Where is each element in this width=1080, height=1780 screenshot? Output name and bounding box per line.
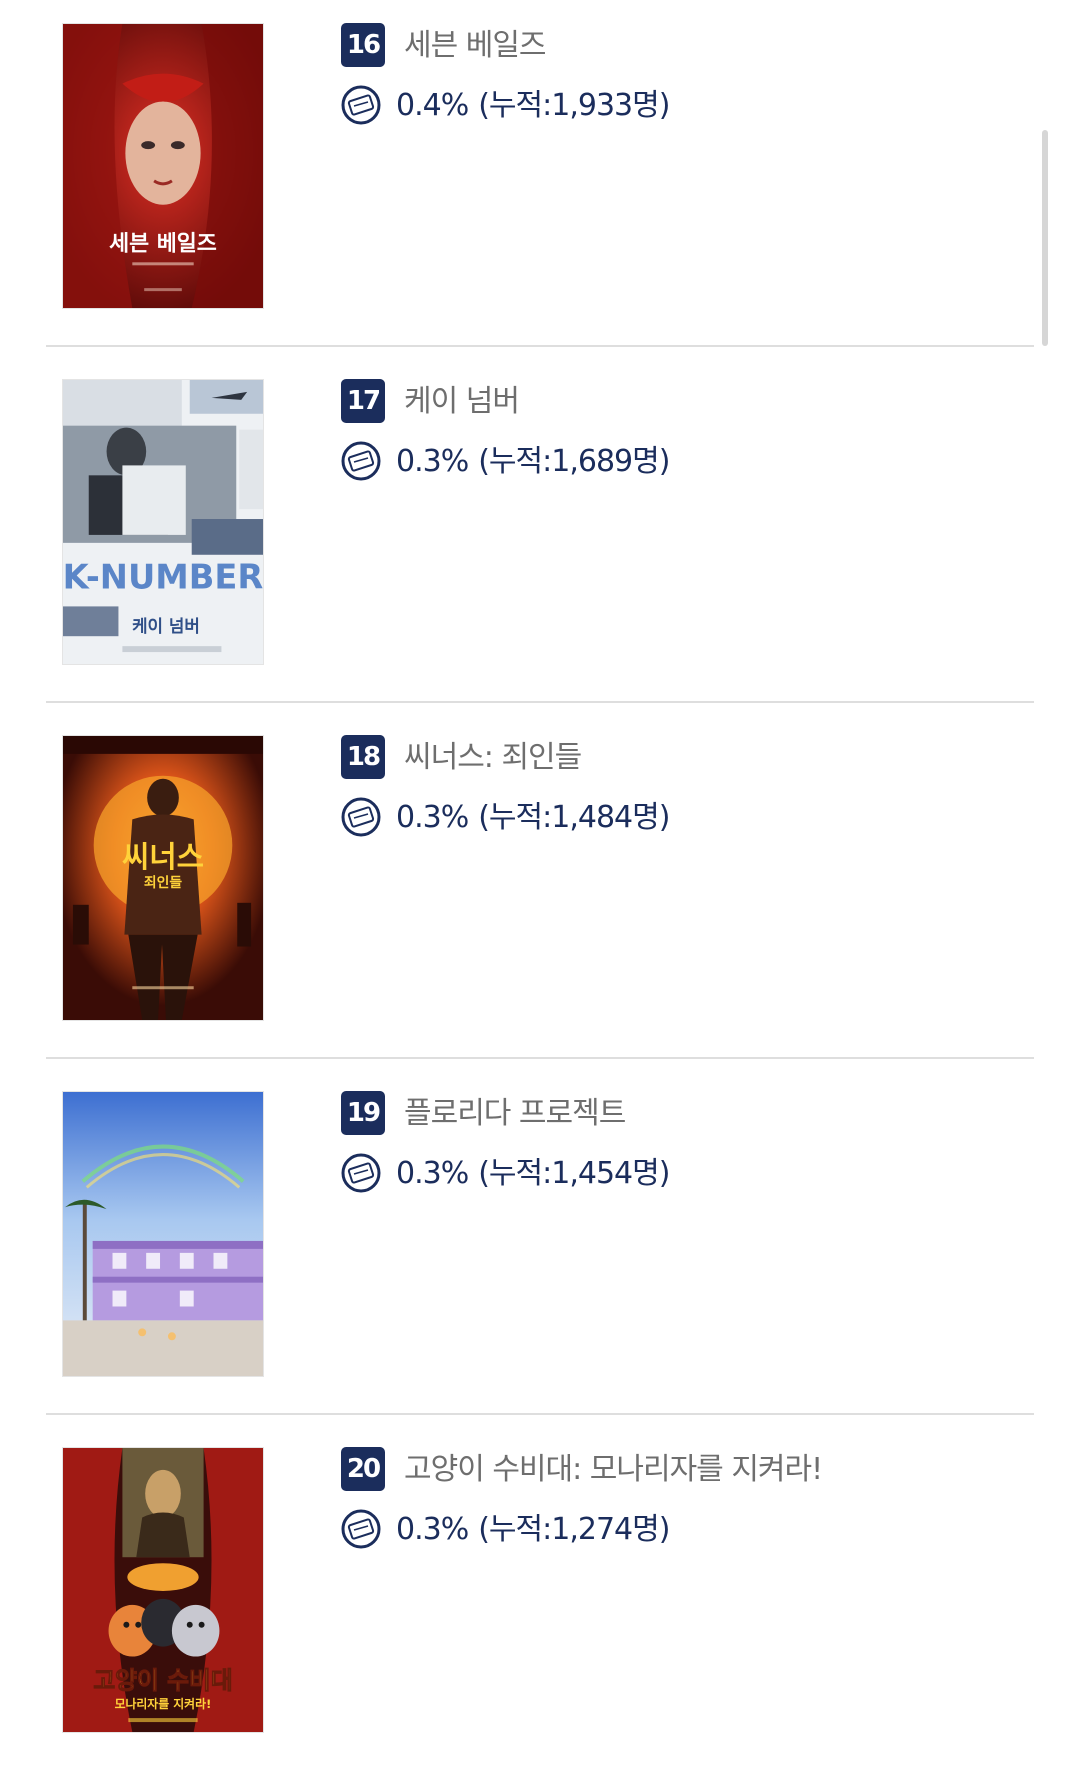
poster-image: 씨너스 죄인들	[63, 736, 263, 1020]
list-item[interactable]: 세븐 베일즈 16 세븐 베일즈 0.4% (누적:1,933명)	[0, 0, 1080, 356]
poster-title: 세븐 베일즈	[109, 231, 217, 256]
audience-share: 0.3% (누적:1,274명)	[396, 1508, 679, 1552]
movie-title[interactable]: 고양이 수비대: 모나리자를 지켜라!	[404, 1448, 823, 1492]
ticket-icon	[340, 440, 382, 482]
movie-poster[interactable]: K-NUMBER 케이 넘버	[62, 379, 264, 665]
poster-image: K-NUMBER 케이 넘버	[63, 380, 263, 664]
movie-poster[interactable]: 고양이 수비대 모나리자를 지켜라!	[62, 1447, 264, 1733]
list-item[interactable]: 고양이 수비대 모나리자를 지켜라! 20 고양이 수비대: 모나리자를 지켜라…	[0, 1424, 1080, 1780]
cumulative-audience: (누적:1,484명)	[478, 800, 670, 835]
rank-badge: 18	[341, 735, 385, 779]
movie-title[interactable]: 케이 넘버	[404, 380, 520, 424]
cumulative-audience: (누적:1,274명)	[478, 1512, 670, 1547]
divider	[46, 701, 1034, 703]
ticket-icon	[340, 1508, 382, 1550]
poster-image: 세븐 베일즈	[63, 24, 263, 308]
movie-title[interactable]: 씨너스: 죄인들	[404, 736, 582, 780]
divider	[46, 1057, 1034, 1059]
ticket-icon	[340, 1152, 382, 1194]
share-percent: 0.3%	[396, 1512, 469, 1547]
audience-share: 0.3% (누적:1,484명)	[396, 796, 679, 840]
scrollbar[interactable]	[1042, 130, 1048, 346]
poster-subtitle: 케이 넘버	[132, 616, 200, 636]
movie-title[interactable]: 플로리다 프로젝트	[404, 1092, 626, 1136]
list-item[interactable]: 19 플로리다 프로젝트 0.3% (누적:1,454명)	[0, 1068, 1080, 1424]
poster-title: K-NUMBER	[63, 557, 263, 596]
share-percent: 0.3%	[396, 800, 469, 835]
list-item[interactable]: K-NUMBER 케이 넘버 17 케이 넘버 0.3% (누적:1,689명)	[0, 356, 1080, 712]
rank-badge: 20	[341, 1447, 385, 1491]
movie-title[interactable]: 세븐 베일즈	[404, 24, 547, 68]
poster-title: 씨너스	[122, 840, 204, 875]
cumulative-audience: (누적:1,689명)	[478, 444, 670, 479]
movie-poster[interactable]: 씨너스 죄인들	[62, 735, 264, 1021]
poster-title: 고양이 수비대	[93, 1666, 232, 1694]
share-percent: 0.3%	[396, 1156, 469, 1191]
rank-badge: 16	[341, 23, 385, 67]
poster-image	[63, 1092, 263, 1376]
rank-badge: 19	[341, 1091, 385, 1135]
cumulative-audience: (누적:1,933명)	[478, 88, 670, 123]
share-percent: 0.4%	[396, 88, 469, 123]
list-item[interactable]: 씨너스 죄인들 18 씨너스: 죄인들 0.3% (누적:1,484명)	[0, 712, 1080, 1068]
rank-badge: 17	[341, 379, 385, 423]
share-percent: 0.3%	[396, 444, 469, 479]
divider	[46, 1413, 1034, 1415]
ticket-icon	[340, 796, 382, 838]
movie-poster[interactable]: 세븐 베일즈	[62, 23, 264, 309]
audience-share: 0.4% (누적:1,933명)	[396, 84, 679, 128]
poster-image: 고양이 수비대 모나리자를 지켜라!	[63, 1448, 263, 1732]
divider	[46, 345, 1034, 347]
ticket-icon	[340, 84, 382, 126]
poster-subtitle: 모나리자를 지켜라!	[115, 1697, 212, 1711]
audience-share: 0.3% (누적:1,454명)	[396, 1152, 679, 1196]
cumulative-audience: (누적:1,454명)	[478, 1156, 670, 1191]
audience-share: 0.3% (누적:1,689명)	[396, 440, 679, 484]
movie-poster[interactable]	[62, 1091, 264, 1377]
poster-subtitle: 죄인들	[144, 874, 182, 891]
